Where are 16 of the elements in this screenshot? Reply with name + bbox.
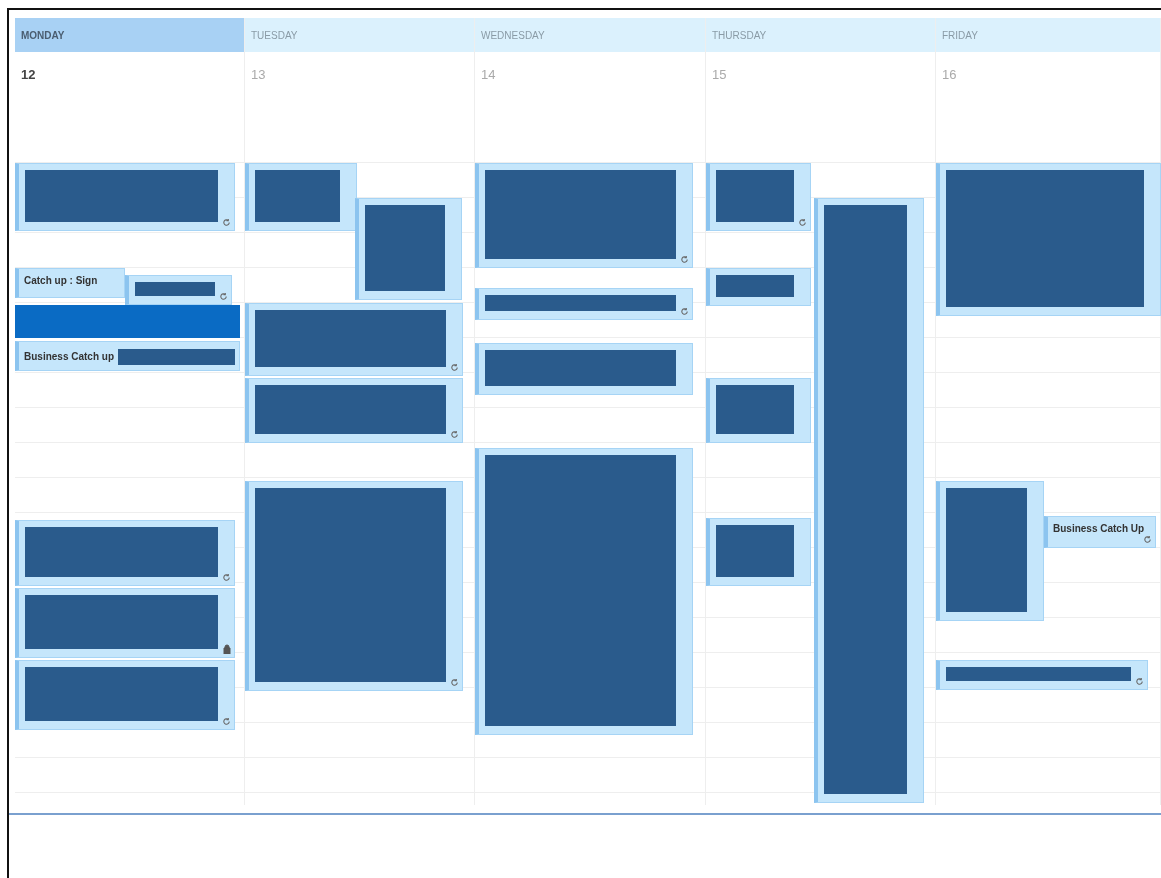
event-title: Business Catch Up xyxy=(1053,524,1145,534)
date-label: 16 xyxy=(942,67,957,82)
day-header[interactable]: THURSDAY xyxy=(706,18,935,52)
event-title: Business Catch up xyxy=(24,352,115,362)
date-label: 13 xyxy=(251,67,266,82)
day-header[interactable]: MONDAY xyxy=(15,18,244,52)
date-label: 12 xyxy=(21,67,36,82)
date-label: 15 xyxy=(712,67,727,82)
date-label: 14 xyxy=(481,67,496,82)
event-title: Catch up : Sign xyxy=(24,276,98,286)
day-header[interactable]: FRIDAY xyxy=(936,18,1160,52)
event-card[interactable]: Business Catch up xyxy=(15,341,240,371)
event-card[interactable]: Business Catch Up xyxy=(1044,516,1156,548)
event-card[interactable]: Catch up : Sign xyxy=(15,268,125,298)
day-header[interactable]: WEDNESDAY xyxy=(475,18,705,52)
day-header[interactable]: TUESDAY xyxy=(245,18,474,52)
